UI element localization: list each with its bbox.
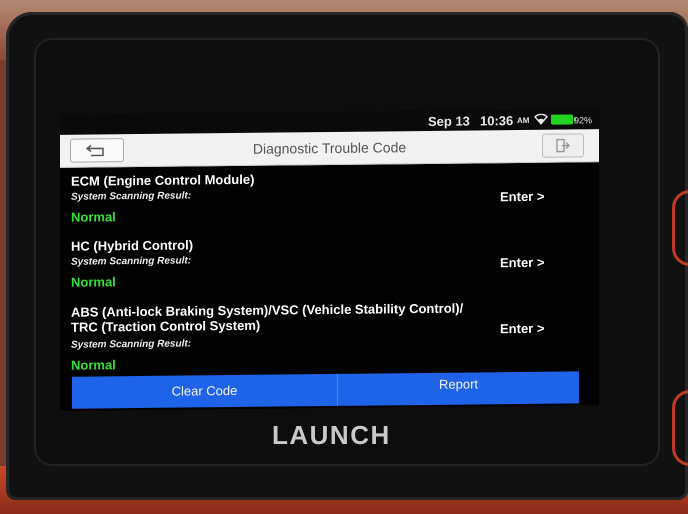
page-title: Diagnostic Trouble Code xyxy=(252,139,407,157)
brand-logo: LAUNCH xyxy=(272,420,391,450)
side-button-upper[interactable] xyxy=(672,190,688,266)
side-button-lower[interactable] xyxy=(672,390,688,466)
module-name: HC (Hybrid Control) xyxy=(71,237,194,254)
report-button[interactable]: Report xyxy=(338,371,579,406)
module-name: ABS (Anti-lock Braking System)/VSC (Vehi… xyxy=(71,300,464,335)
scan-result-value: Normal xyxy=(71,209,116,225)
module-list: ECM (Engine Control Module) System Scann… xyxy=(60,161,599,379)
device-screen: Sep 13 10:36 AM 92% Diagnostic Trouble C… xyxy=(60,109,599,411)
action-bar: Clear Code Report xyxy=(72,371,579,409)
list-item[interactable]: ABS (Anti-lock Braking System)/VSC (Vehi… xyxy=(60,295,599,379)
status-ampm: AM xyxy=(517,115,530,126)
scan-result-value: Normal xyxy=(71,274,116,290)
enter-button[interactable]: Enter > xyxy=(500,189,544,204)
status-date: Sep 13 xyxy=(428,113,470,129)
enter-button[interactable]: Enter > xyxy=(500,255,544,270)
list-item[interactable]: ECM (Engine Control Module) System Scann… xyxy=(60,161,599,231)
clear-code-button[interactable]: Clear Code xyxy=(72,373,338,409)
list-item[interactable]: HC (Hybrid Control) System Scanning Resu… xyxy=(60,227,599,299)
status-time: 10:36 xyxy=(480,113,514,129)
wifi-icon xyxy=(534,113,548,125)
scan-result-value: Normal xyxy=(71,357,116,373)
scan-result-label: System Scanning Result: xyxy=(71,190,192,203)
scan-result-label: System Scanning Result: xyxy=(71,338,192,351)
battery-percent: 92% xyxy=(574,115,593,126)
exit-icon xyxy=(556,138,570,153)
exit-button[interactable] xyxy=(542,133,584,158)
module-name: ECM (Engine Control Module) xyxy=(71,171,255,189)
enter-button[interactable]: Enter > xyxy=(500,321,544,336)
battery-icon xyxy=(551,114,573,125)
scan-result-label: System Scanning Result: xyxy=(71,255,192,268)
